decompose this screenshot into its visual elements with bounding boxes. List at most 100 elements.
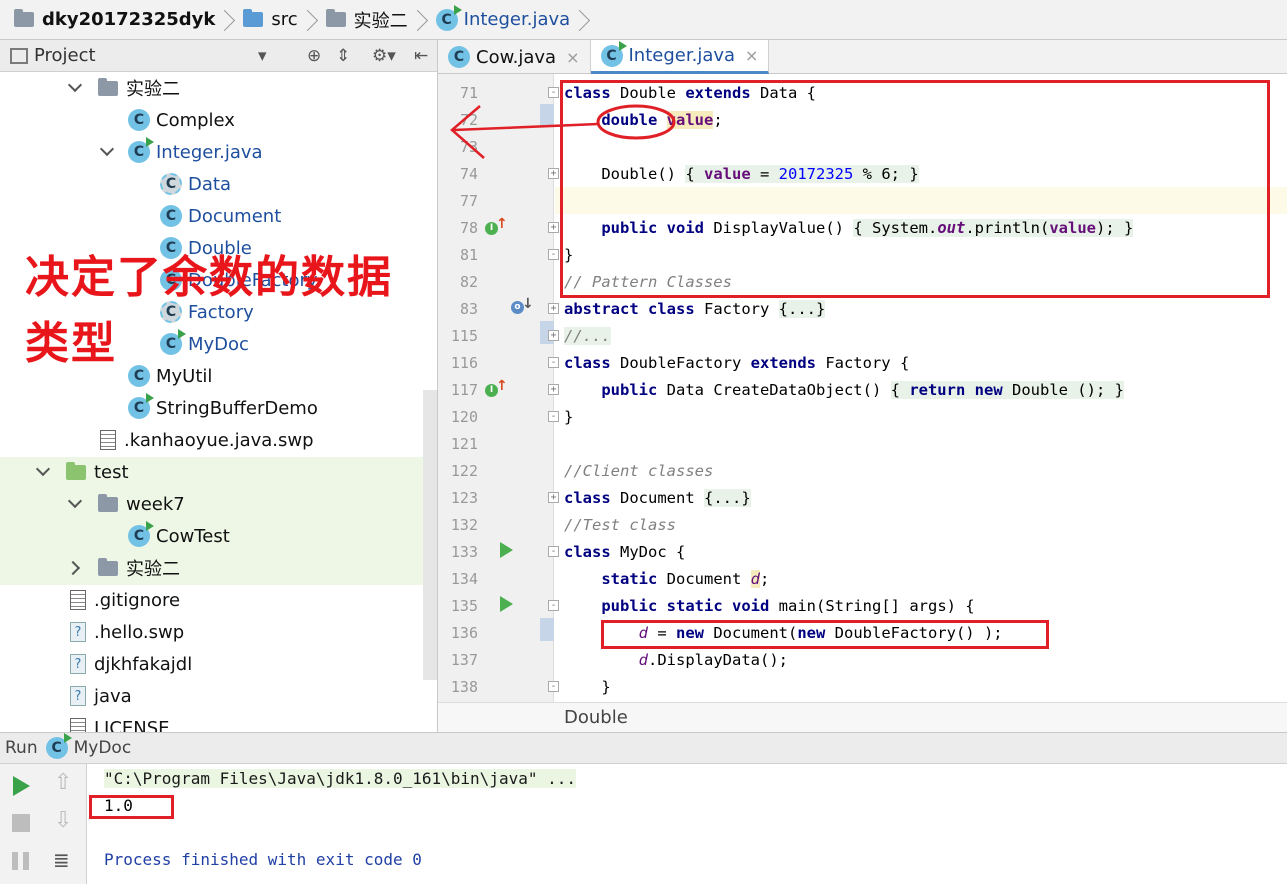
tree-item-package[interactable]: 实验二 [66, 72, 180, 104]
tree-item-stringbufferdemo[interactable]: C StringBufferDemo [128, 392, 318, 424]
editor-structure-breadcrumb[interactable]: Double [438, 702, 1287, 732]
tree-item-swp-file[interactable]: .kanhaoyue.java.swp [100, 424, 314, 456]
fold-toggle-icon[interactable]: + [548, 492, 559, 503]
soft-wrap-icon[interactable]: ≣ [53, 848, 70, 872]
line-number: 122 [450, 462, 478, 480]
tree-item-complex[interactable]: C Complex [128, 104, 235, 136]
folded-block[interactable]: {...} [704, 489, 751, 507]
fold-toggle-icon[interactable]: + [548, 168, 559, 179]
tab-cow-java[interactable]: C Cow.java × [438, 40, 591, 74]
line-number: 135 [450, 597, 478, 615]
tree-item-label: Integer.java [156, 141, 263, 163]
identifier: Factory { [815, 354, 910, 372]
number: 20172325 [778, 165, 854, 183]
tree-item-doublefactory[interactable]: C DoubleFactory [160, 264, 318, 296]
tree-item-label: .gitignore [94, 589, 181, 611]
dropdown-arrow-icon[interactable]: ▾ [258, 46, 267, 66]
abstract-class-icon: C [160, 173, 182, 195]
collapse-arrow-icon[interactable] [65, 560, 81, 576]
tree-item-gitignore[interactable]: .gitignore [70, 584, 180, 616]
expand-arrow-icon[interactable] [35, 461, 51, 477]
breadcrumb-package[interactable]: 实验二 [325, 0, 408, 40]
tree-item-factory[interactable]: C Factory [160, 296, 254, 328]
keyword: class [564, 489, 611, 507]
java-class-icon: C [600, 40, 627, 67]
pause-icon[interactable] [12, 852, 18, 870]
project-scrollbar[interactable] [423, 390, 437, 680]
folder-icon [98, 493, 118, 512]
fold-toggle-icon[interactable]: - [548, 87, 559, 98]
project-panel-header: Project ▾ ⊕ ⇕ ⚙▾ ⇤ [0, 40, 437, 72]
java-class-icon: C [128, 393, 154, 419]
keyword: extends [750, 354, 816, 372]
rerun-icon[interactable] [13, 776, 30, 796]
java-class-icon: C [160, 269, 182, 291]
fold-toggle-icon[interactable]: - [548, 357, 559, 368]
fold-toggle-icon[interactable]: + [548, 222, 559, 233]
tree-item-integer-java[interactable]: C Integer.java [98, 136, 263, 168]
tree-item-data[interactable]: C Data [160, 168, 231, 200]
tree-item-label: .kanhaoyue.java.swp [124, 429, 314, 451]
expand-arrow-icon[interactable] [67, 77, 83, 93]
tree-item-document[interactable]: C Document [160, 200, 281, 232]
folded-block[interactable]: {...} [778, 300, 826, 318]
code-line: class DoubleFactory extends Factory { [564, 354, 909, 372]
tree-item-label: MyUtil [156, 365, 213, 387]
fold-toggle-icon[interactable]: - [548, 600, 559, 611]
breadcrumb-project[interactable]: dky20172325dyk [14, 0, 215, 40]
tree-item-license[interactable]: LICENSE [70, 712, 170, 732]
run-gutter-icon[interactable] [500, 542, 513, 558]
collapse-all-icon[interactable]: ⇕ [336, 46, 350, 66]
arrow-up-icon[interactable]: ⇧ [54, 770, 72, 795]
field: d [750, 570, 760, 588]
line-number: 120 [450, 408, 478, 426]
breadcrumb-src[interactable]: src [243, 0, 298, 40]
close-icon[interactable]: × [566, 48, 579, 67]
arrow-down-icon[interactable]: ⇩ [54, 808, 72, 833]
tree-item-myutil[interactable]: C MyUtil [128, 360, 212, 392]
tree-item-djkhfakajdl[interactable]: ? djkhfakajdl [70, 648, 192, 680]
arrow-up-icon: ↑ [496, 378, 508, 394]
fold-toggle-icon[interactable]: + [548, 330, 559, 341]
tree-item-label: Data [188, 173, 231, 195]
tree-item-hello-swp[interactable]: ? .hello.swp [70, 616, 184, 648]
keyword: void [666, 219, 704, 237]
expand-arrow-icon[interactable] [99, 141, 115, 157]
project-view-label[interactable]: Project [34, 45, 96, 66]
run-console[interactable]: "C:\Program Files\Java\jdk1.8.0_161\bin\… [87, 764, 1287, 884]
code-editor[interactable]: 71 72 73 74 77 78 81 82 83 115 116 117 1… [438, 74, 1287, 702]
console-command-line: "C:\Program Files\Java\jdk1.8.0_161\bin\… [104, 769, 577, 788]
fold-toggle-icon[interactable]: - [548, 546, 559, 557]
tree-item-java[interactable]: ? java [70, 680, 132, 712]
punct: { [890, 381, 910, 399]
line-number: 136 [450, 624, 478, 642]
tree-item-double[interactable]: C Double [160, 232, 252, 264]
fold-toggle-icon[interactable]: - [548, 249, 559, 260]
tree-item-test[interactable]: test [34, 456, 129, 488]
fold-toggle-icon[interactable]: + [548, 303, 559, 314]
keyword: extends [685, 84, 751, 102]
code-line: static Document d; [564, 570, 769, 588]
close-icon[interactable]: × [745, 46, 758, 65]
expand-arrow-icon[interactable] [67, 493, 83, 509]
breadcrumb-file[interactable]: C Integer.java [435, 0, 570, 40]
hide-panel-icon[interactable]: ⇤ [414, 46, 428, 66]
punct: = [648, 624, 676, 642]
settings-gear-icon[interactable]: ⚙▾ [372, 46, 396, 66]
fold-toggle-icon[interactable]: - [548, 411, 559, 422]
identifier: Data CreateDataObject() [657, 381, 882, 399]
identifier: Document( [704, 624, 798, 642]
run-gutter-icon[interactable] [500, 596, 513, 612]
field: value [704, 165, 751, 183]
tree-item-week7[interactable]: week7 [66, 488, 185, 520]
tree-item-package-2[interactable]: 实验二 [65, 552, 180, 584]
tree-item-mydoc[interactable]: C MyDoc [160, 328, 249, 360]
tab-integer-java[interactable]: C Integer.java × [590, 40, 770, 74]
tree-item-cowtest[interactable]: C CowTest [128, 520, 230, 552]
stop-icon[interactable] [12, 814, 30, 832]
run-config-label[interactable]: MyDoc [74, 738, 132, 758]
tree-item-label: MyDoc [188, 333, 249, 355]
fold-toggle-icon[interactable]: - [548, 681, 559, 692]
fold-toggle-icon[interactable]: + [548, 384, 559, 395]
locate-icon[interactable]: ⊕ [307, 46, 321, 66]
